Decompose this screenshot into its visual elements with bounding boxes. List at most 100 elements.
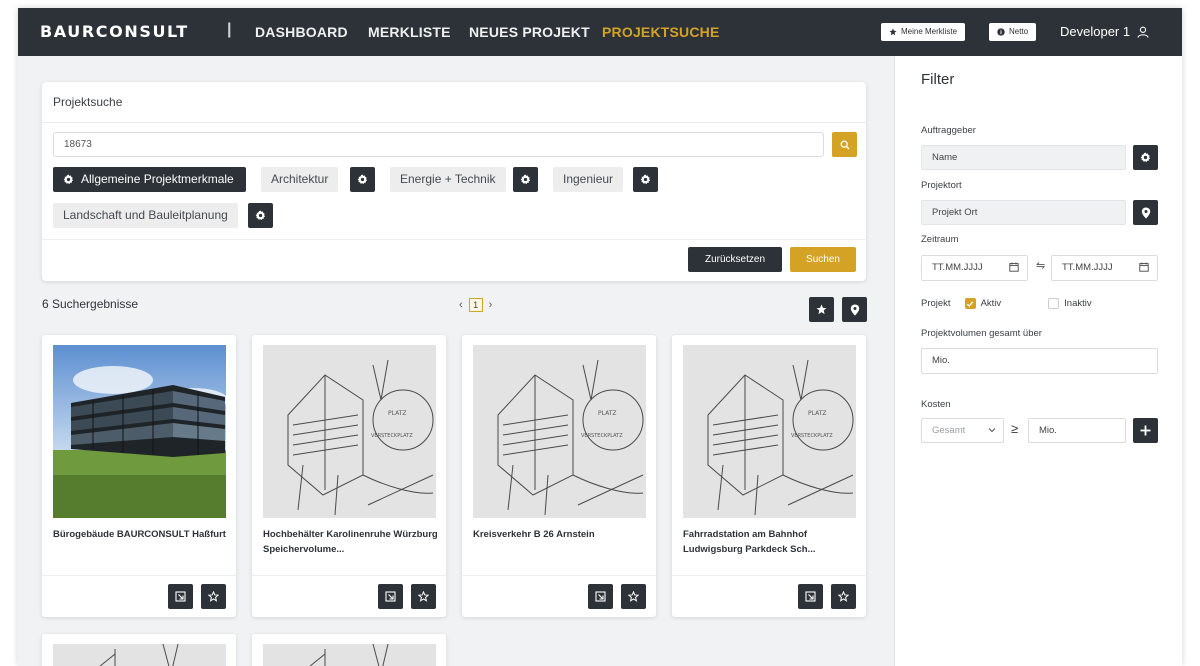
reset-button[interactable]: Zurücksetzen (688, 247, 782, 272)
open-external-icon (805, 591, 816, 602)
date-from-placeholder: TT.MM.JJJJ (932, 262, 983, 273)
nav-neues-projekt[interactable]: NEUES PROJEKT (469, 24, 590, 40)
add-to-watchlist-button[interactable] (831, 584, 856, 609)
project-name[interactable]: Fahrradstation am Bahnhof Ludwigsburg Pa… (683, 527, 858, 557)
category-energie-technik[interactable]: Energie + Technik (390, 167, 506, 192)
greater-equal-operator: ≥ (1011, 421, 1019, 436)
open-project-button[interactable] (378, 584, 403, 609)
category-ingenieur[interactable]: Ingenieur (553, 167, 624, 192)
architectural-sketch-image: PLATZ VERSTECKPLATZ (473, 345, 646, 518)
result-card[interactable]: Bürogebäude BAURCONSULT Haßfurt (42, 335, 236, 617)
search-panel: Projektsuche 18673 Allgemeine Projektmer… (42, 82, 866, 281)
category-architektur[interactable]: Architektur (261, 167, 339, 192)
cost-type-select[interactable]: Gesamt (921, 418, 1004, 443)
location-label: Projektort (921, 180, 962, 191)
filter-title: Filter (921, 71, 955, 88)
netto-toggle[interactable]: Netto (989, 23, 1037, 41)
result-card[interactable] (42, 634, 236, 666)
cost-type-value: Gesamt (932, 425, 966, 436)
energie-technik-settings-button[interactable] (513, 167, 538, 192)
aktiv-checkbox[interactable] (964, 298, 976, 309)
prev-page-button[interactable]: ‹ (459, 299, 463, 311)
client-input[interactable]: Name (921, 145, 1126, 170)
current-page[interactable]: 1 (468, 298, 483, 312)
next-page-button[interactable]: › (489, 299, 493, 311)
project-name[interactable]: Hochbehälter Karolinenruhe Würzburg Spei… (263, 527, 438, 557)
star-outline-icon (208, 591, 219, 602)
search-button[interactable] (832, 132, 857, 157)
architektur-settings-button[interactable] (350, 167, 375, 192)
search-input[interactable]: 18673 (53, 132, 824, 157)
location-pin-button[interactable] (1133, 200, 1158, 225)
swap-dates-icon[interactable]: ⇋ (1036, 259, 1045, 272)
landschaft-settings-button[interactable] (248, 203, 273, 228)
info-icon (997, 28, 1005, 36)
svg-text:PLATZ: PLATZ (598, 410, 617, 417)
gear-icon (357, 174, 368, 185)
add-to-watchlist-button[interactable] (621, 584, 646, 609)
star-outline-icon (418, 591, 429, 602)
client-label: Auftraggeber (921, 125, 976, 136)
gear-icon (1140, 152, 1151, 163)
netto-label: Netto (1009, 27, 1029, 36)
volume-input[interactable]: Mio. (921, 348, 1158, 374)
category-allgemeine-projektmerkmale[interactable]: Allgemeine Projektmerkmale (53, 167, 246, 192)
architectural-sketch-image: PLATZ VERSTECKPLATZ (683, 345, 856, 518)
add-cost-filter-button[interactable] (1133, 418, 1158, 443)
cost-amount-input[interactable]: Mio. (1028, 418, 1126, 443)
meine-merkliste-button[interactable]: Meine Merkliste (881, 23, 966, 41)
chevron-down-icon (988, 428, 996, 433)
submit-search-button[interactable]: Suchen (790, 247, 856, 272)
gear-icon (520, 174, 531, 185)
open-external-icon (175, 591, 186, 602)
nav-projektsuche[interactable]: PROJEKTSUCHE (602, 24, 720, 40)
office-building-image (53, 345, 226, 518)
aktiv-label: Aktiv (980, 298, 1002, 309)
category-landschaft-bauleitplanung[interactable]: Landschaft und Bauleitplanung (53, 203, 238, 228)
project-status-label: Projekt (921, 298, 951, 309)
date-to-placeholder: TT.MM.JJJJ (1062, 262, 1113, 273)
divider (672, 575, 866, 576)
result-card[interactable]: PLATZ VERSTECKPLATZ Fahrradstation am Ba… (672, 335, 866, 617)
date-from-input[interactable]: TT.MM.JJJJ (921, 255, 1028, 281)
location-input[interactable]: Projekt Ort (921, 200, 1126, 225)
add-to-watchlist-button[interactable] (201, 584, 226, 609)
brand-logo[interactable]: BAURCONSULT (40, 22, 189, 41)
open-external-icon (595, 591, 606, 602)
brand-separator: | (227, 21, 232, 38)
date-to-input[interactable]: TT.MM.JJJJ (1051, 255, 1158, 281)
project-sketch: PLATZ VERSTECKPLATZ (683, 345, 856, 518)
map-view-button[interactable] (842, 297, 867, 322)
project-sketch: PLATZ VERSTECKPLATZ (263, 345, 436, 518)
results-count: 6 Suchergebnisse (42, 297, 139, 311)
result-card[interactable] (252, 634, 446, 666)
favorites-filter-button[interactable] (809, 297, 834, 322)
open-external-icon (385, 591, 396, 602)
open-project-button[interactable] (798, 584, 823, 609)
client-settings-button[interactable] (1133, 145, 1158, 170)
app-window: BAURCONSULT | DASHBOARD MERKLISTE NEUES … (18, 8, 1182, 666)
architectural-sketch-image: PLATZ VERSTECKPLATZ (263, 345, 436, 518)
nav-dashboard[interactable]: DASHBOARD (255, 24, 348, 40)
divider (252, 575, 446, 576)
top-navbar: BAURCONSULT | DASHBOARD MERKLISTE NEUES … (18, 8, 1182, 56)
gear-icon (255, 210, 266, 221)
project-sketch: PLATZ VERSTECKPLATZ (473, 345, 646, 518)
result-card[interactable]: PLATZ VERSTECKPLATZ Kreisverkehr B 26 Ar… (462, 335, 656, 617)
inaktiv-label: Inaktiv (1064, 298, 1092, 309)
ingenieur-settings-button[interactable] (633, 167, 658, 192)
inaktiv-checkbox[interactable] (1048, 298, 1060, 309)
add-to-watchlist-button[interactable] (411, 584, 436, 609)
calendar-icon (1139, 262, 1149, 272)
open-project-button[interactable] (588, 584, 613, 609)
map-pin-icon (1141, 207, 1150, 218)
project-name[interactable]: Bürogebäude BAURCONSULT Haßfurt (53, 527, 228, 542)
nav-merkliste[interactable]: MERKLISTE (368, 24, 451, 40)
result-card[interactable]: PLATZ VERSTECKPLATZ Hochbehälter Karolin… (252, 335, 446, 617)
user-name: Developer 1 (1060, 24, 1131, 39)
user-menu[interactable]: Developer 1 (1060, 24, 1149, 39)
project-name[interactable]: Kreisverkehr B 26 Arnstein (473, 527, 648, 542)
pagination: ‹ 1 › (459, 298, 492, 312)
architectural-sketch-image (53, 644, 226, 666)
open-project-button[interactable] (168, 584, 193, 609)
